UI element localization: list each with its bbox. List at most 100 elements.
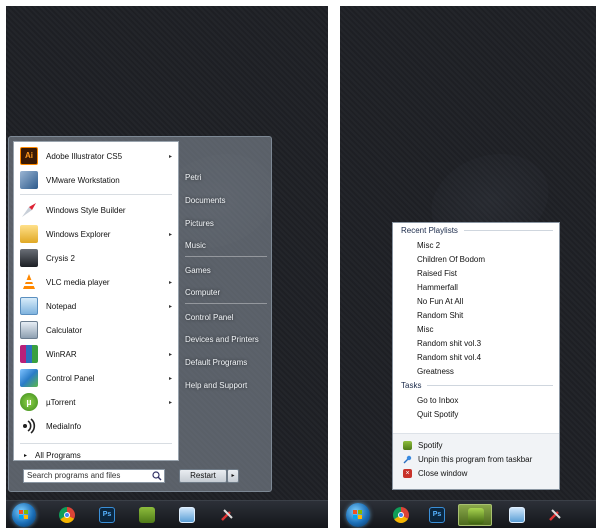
program-item-style-builder[interactable]: Windows Style Builder	[16, 199, 176, 221]
windows-flag-icon	[19, 510, 29, 520]
all-programs-label: All Programs	[35, 451, 81, 460]
close-window-item[interactable]: × Close window	[403, 469, 467, 478]
program-label: Notepad	[46, 301, 77, 311]
link-games[interactable]: Games	[185, 266, 211, 275]
power-options-chevron-icon[interactable]: ▸	[227, 469, 239, 483]
program-item-explorer[interactable]: Windows Explorer ▸	[16, 223, 176, 245]
taskbar-chrome-button[interactable]	[384, 504, 418, 526]
link-pictures[interactable]: Pictures	[185, 219, 214, 228]
notepad-icon	[20, 297, 38, 315]
submenu-arrow-icon[interactable]: ▸	[169, 279, 172, 286]
link-help-support[interactable]: Help and Support	[185, 381, 247, 390]
submenu-arrow-icon[interactable]: ▸	[169, 153, 172, 160]
chrome-icon	[393, 507, 409, 523]
unpin-icon	[403, 455, 412, 464]
playlist-item[interactable]: Misc 2	[417, 241, 440, 250]
taskbar-tools-button[interactable]	[538, 504, 572, 526]
taskbar-left: Ps	[6, 500, 328, 528]
spotify-icon	[139, 507, 155, 523]
program-item-mediainfo[interactable]: MediaInfo	[16, 415, 176, 437]
submenu-arrow-icon[interactable]: ▸	[169, 399, 172, 406]
link-music[interactable]: Music	[185, 241, 206, 250]
search-input[interactable]: Search programs and files	[23, 469, 165, 483]
link-control-panel[interactable]: Control Panel	[185, 313, 233, 322]
launch-spotify-item[interactable]: Spotify	[403, 441, 442, 450]
playlist-item[interactable]: Children Of Bodom	[417, 255, 485, 264]
submenu-arrow-icon[interactable]: ▸	[169, 231, 172, 238]
playlist-item[interactable]: Greatness	[417, 367, 454, 376]
start-menu: Ai Adobe Illustrator CS5 ▸ VMware Workst…	[8, 136, 272, 492]
tasks-header: Tasks	[401, 381, 553, 390]
link-documents[interactable]: Documents	[185, 196, 225, 205]
program-item-winrar[interactable]: WinRAR ▸	[16, 343, 176, 365]
start-orb-button[interactable]	[12, 503, 36, 527]
taskbar-chrome-button[interactable]	[50, 504, 84, 526]
photoshop-icon: Ps	[429, 507, 445, 523]
vlc-icon	[20, 273, 38, 291]
calculator-icon	[20, 321, 38, 339]
photoshop-icon: Ps	[99, 507, 115, 523]
program-label: Windows Explorer	[46, 229, 111, 239]
links-separator	[185, 303, 267, 304]
submenu-arrow-icon[interactable]: ▸	[169, 375, 172, 382]
program-item-vmware[interactable]: VMware Workstation	[16, 169, 176, 191]
program-item-calculator[interactable]: Calculator	[16, 319, 176, 341]
link-default-programs[interactable]: Default Programs	[185, 358, 247, 367]
taskbar-remote-desktop-button[interactable]	[170, 504, 204, 526]
program-item-illustrator[interactable]: Ai Adobe Illustrator CS5 ▸	[16, 145, 176, 167]
program-item-utorrent[interactable]: µ µTorrent ▸	[16, 391, 176, 413]
program-item-crysis[interactable]: Crysis 2	[16, 247, 176, 269]
taskbar-spotify-button[interactable]	[130, 504, 164, 526]
program-label: Windows Style Builder	[46, 205, 126, 215]
mediainfo-icon	[20, 417, 38, 435]
program-item-notepad[interactable]: Notepad ▸	[16, 295, 176, 317]
pinned-separator	[20, 194, 172, 195]
playlist-item[interactable]: Random shit vol.3	[417, 339, 481, 348]
unpin-from-taskbar-item[interactable]: Unpin this program from taskbar	[403, 455, 532, 464]
arrow-right-icon: ▸	[24, 453, 28, 459]
start-orb-button[interactable]	[346, 503, 370, 527]
crysis-icon	[20, 249, 38, 267]
taskbar-photoshop-button[interactable]: Ps	[420, 504, 454, 526]
style-builder-icon	[20, 201, 38, 219]
program-item-vlc[interactable]: VLC media player ▸	[16, 271, 176, 293]
submenu-arrow-icon[interactable]: ▸	[169, 303, 172, 310]
playlist-item[interactable]: Raised Fist	[417, 269, 457, 278]
all-programs-button[interactable]: ▸ All Programs	[24, 451, 81, 460]
taskbar-remote-desktop-button[interactable]	[500, 504, 534, 526]
taskbar-right: Ps	[340, 500, 596, 528]
spotify-icon	[403, 441, 412, 450]
remote-desktop-icon	[509, 507, 525, 523]
all-programs-separator	[20, 443, 172, 444]
link-user-folder[interactable]: Petri	[185, 173, 201, 182]
playlist-item[interactable]: Random shit vol.4	[417, 353, 481, 362]
spotify-icon	[468, 508, 484, 524]
program-label: WinRAR	[46, 349, 77, 359]
playlist-item[interactable]: Random Shit	[417, 311, 463, 320]
link-devices-printers[interactable]: Devices and Printers	[185, 335, 259, 344]
task-go-to-inbox[interactable]: Go to Inbox	[417, 396, 458, 405]
submenu-arrow-icon[interactable]: ▸	[169, 351, 172, 358]
link-computer[interactable]: Computer	[185, 288, 220, 297]
close-window-icon: ×	[403, 469, 412, 478]
taskbar-spotify-button[interactable]	[458, 504, 492, 526]
taskbar-tools-button[interactable]	[210, 504, 244, 526]
tools-icon	[547, 507, 563, 523]
program-label: Adobe Illustrator CS5	[46, 151, 123, 161]
tools-icon	[219, 507, 235, 523]
vmware-icon	[20, 171, 38, 189]
links-separator	[185, 256, 267, 257]
taskbar-photoshop-button[interactable]: Ps	[90, 504, 124, 526]
playlist-item[interactable]: No Fun At All	[417, 297, 463, 306]
restart-button[interactable]: Restart	[179, 469, 227, 483]
windows-flag-icon	[353, 510, 363, 520]
playlist-item[interactable]: Misc	[417, 325, 433, 334]
program-item-control-panel[interactable]: Control Panel ▸	[16, 367, 176, 389]
task-quit-spotify[interactable]: Quit Spotify	[417, 410, 458, 419]
search-icon[interactable]	[152, 471, 162, 481]
utorrent-icon: µ	[20, 393, 38, 411]
control-panel-icon	[20, 369, 38, 387]
playlist-item[interactable]: Hammerfall	[417, 283, 458, 292]
program-label: µTorrent	[46, 397, 76, 407]
chrome-icon	[59, 507, 75, 523]
